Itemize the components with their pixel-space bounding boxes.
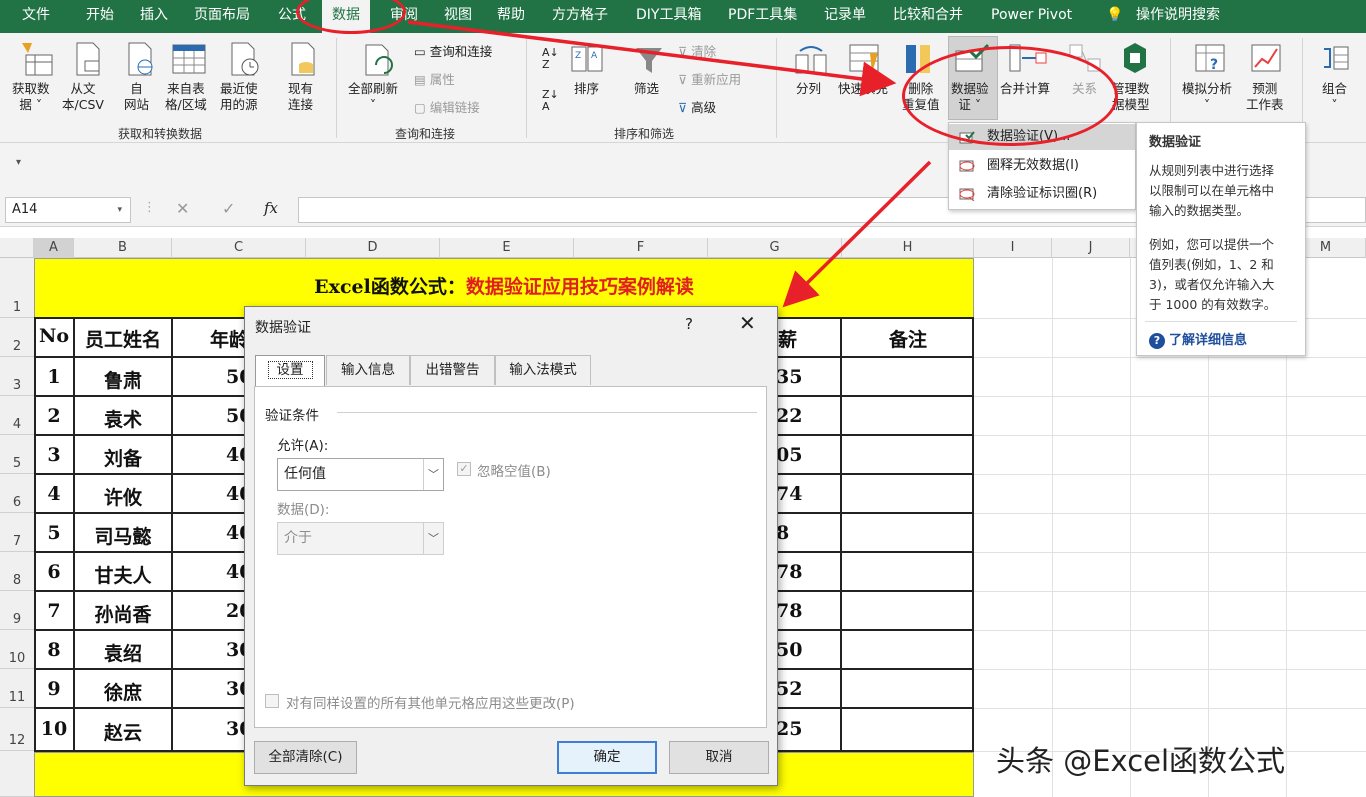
cell-salary[interactable]: 25 xyxy=(776,718,816,740)
cell-no[interactable]: 9 xyxy=(34,678,74,700)
cell-name[interactable]: 赵云 xyxy=(74,718,172,745)
cell-name[interactable]: 孙尚香 xyxy=(74,600,172,627)
row-header[interactable]: 7 xyxy=(0,513,34,552)
row-header[interactable]: 9 xyxy=(0,591,34,630)
cell-salary[interactable]: 78 xyxy=(776,600,816,622)
settings-panel: 验证条件 允许(A): 任何值 ﹀ ✓ 忽略空值(B) 数据(D): 介于 ﹀ 对有… xyxy=(254,386,767,728)
learn-more-link[interactable]: ? 了解详细信息 xyxy=(1149,329,1247,349)
cell-no[interactable]: 5 xyxy=(34,522,74,544)
chevron-down-icon: ﹀ xyxy=(423,459,443,490)
annotation-arrows xyxy=(407,20,932,308)
ignore-blank-checkbox[interactable]: ✓ xyxy=(457,462,471,476)
data-select[interactable]: 介于 ﹀ xyxy=(277,522,444,555)
apply-all-checkbox[interactable] xyxy=(265,694,279,708)
tab-error-alert[interactable]: 出错警告 xyxy=(410,355,495,385)
cell-salary[interactable]: 50 xyxy=(776,639,816,661)
cell-no[interactable]: 4 xyxy=(34,483,74,505)
allow-label: 允许(A): xyxy=(277,438,329,454)
cell-name[interactable]: 袁绍 xyxy=(74,639,172,666)
row-header[interactable]: 6 xyxy=(0,474,34,513)
cell-no[interactable]: 7 xyxy=(34,600,74,622)
row-header[interactable]: 12 xyxy=(0,708,34,751)
data-validation-dialog: 数据验证 ? ✕ 设置 输入信息 出错警告 输入法模式 验证条件 允许(A): … xyxy=(244,306,778,786)
cell-name[interactable]: 甘夫人 xyxy=(74,561,172,588)
cancel-button[interactable]: 取消 xyxy=(669,741,769,774)
row-header[interactable]: 10 xyxy=(0,630,34,669)
clear-all-button[interactable]: 全部清除(C) xyxy=(254,741,357,774)
tab-input-message[interactable]: 输入信息 xyxy=(326,355,410,385)
tab-settings[interactable]: 设置 xyxy=(255,355,325,387)
cell-name[interactable]: 刘备 xyxy=(74,444,172,471)
cell-name[interactable]: 徐庶 xyxy=(74,678,172,705)
gridline xyxy=(1130,258,1131,797)
row-header[interactable]: 3 xyxy=(0,357,34,396)
cell-salary[interactable]: 22 xyxy=(776,405,816,427)
help-icon: ? xyxy=(1149,333,1165,349)
apply-all-label: 对有同样设置的所有其他单元格应用这些更改(P) xyxy=(286,696,575,712)
row-header[interactable]: 8 xyxy=(0,552,34,591)
cell-salary[interactable]: 05 xyxy=(776,444,816,466)
cell-name[interactable]: 许攸 xyxy=(74,483,172,510)
cell-no[interactable]: 6 xyxy=(34,561,74,583)
gridline xyxy=(1052,258,1053,797)
cell-salary[interactable]: 52 xyxy=(776,678,816,700)
cell-salary[interactable]: 78 xyxy=(776,561,816,583)
arrow-to-validation xyxy=(407,20,897,97)
cell-no[interactable]: 2 xyxy=(34,405,74,427)
row-header[interactable]: 5 xyxy=(0,435,34,474)
watermark: 头条 @Excel函数公式 xyxy=(996,744,1286,778)
row-header[interactable] xyxy=(0,751,34,797)
arrow-to-dialog xyxy=(782,160,932,308)
ignore-blank-label: 忽略空值(B) xyxy=(477,464,551,480)
row-header[interactable]: 4 xyxy=(0,396,34,435)
cell-salary[interactable]: 8 xyxy=(776,522,816,544)
cell-name[interactable]: 司马懿 xyxy=(74,522,172,549)
cell-name[interactable]: 袁术 xyxy=(74,405,172,432)
chevron-down-icon: ﹀ xyxy=(423,523,443,554)
section-divider xyxy=(337,412,757,413)
cell-salary[interactable]: 74 xyxy=(776,483,816,505)
cell-no[interactable]: 8 xyxy=(34,639,74,661)
cell-name[interactable]: 鲁肃 xyxy=(74,366,172,393)
row-header[interactable]: 11 xyxy=(0,669,34,708)
allow-select[interactable]: 任何值 ﹀ xyxy=(277,458,444,491)
cell-salary[interactable]: 35 xyxy=(776,366,816,388)
cell-no[interactable]: 10 xyxy=(34,718,74,740)
cell-no[interactable]: 1 xyxy=(34,366,74,388)
ok-button[interactable]: 确定 xyxy=(557,741,657,774)
data-label: 数据(D): xyxy=(277,502,330,518)
table-border xyxy=(840,317,842,752)
tab-ime-mode[interactable]: 输入法模式 xyxy=(495,355,591,385)
cell-no[interactable]: 3 xyxy=(34,444,74,466)
section-validation-criteria: 验证条件 xyxy=(265,408,319,424)
table-border xyxy=(972,317,974,752)
